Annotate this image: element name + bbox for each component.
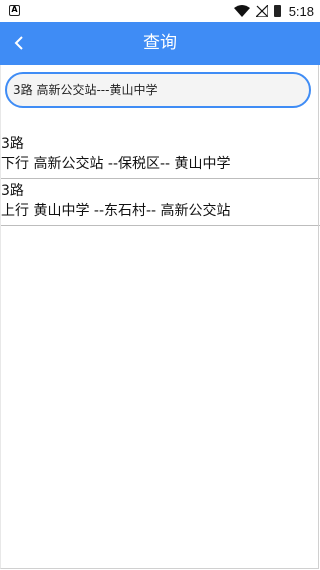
wifi-icon (233, 5, 250, 17)
battery-icon (273, 5, 281, 17)
results-list: 3路 下行 高新公交站 --保税区-- 黄山中学 3路 上行 黄山中学 --东石… (0, 132, 320, 226)
search-input[interactable]: 3路 高新公交站---黄山中学 (5, 72, 311, 108)
status-time: 5:18 (288, 3, 314, 19)
search-area: 3路 高新公交站---黄山中学 (0, 65, 320, 116)
status-bar: A 5:18 (0, 0, 320, 22)
page-title: 查询 (143, 33, 177, 53)
route-name: 3路 (1, 136, 24, 152)
notification-icon: A (9, 5, 20, 16)
list-item[interactable]: 3路 上行 黄山中学 --东石村-- 高新公交站 (0, 179, 320, 226)
route-stops: 上行 黄山中学 --东石村-- 高新公交站 (1, 203, 231, 219)
screen: A 5:18 查询 3路 高新公交站---黄山中学 3路 下行 高新公交站 --… (0, 0, 320, 570)
route-stops: 下行 高新公交站 --保税区-- 黄山中学 (1, 156, 231, 172)
signal-icon (255, 5, 268, 17)
route-name: 3路 (1, 183, 24, 199)
status-icons: 5:18 (233, 0, 314, 22)
list-item[interactable]: 3路 下行 高新公交站 --保税区-- 黄山中学 (0, 132, 320, 179)
title-bar: 查询 (0, 22, 320, 65)
